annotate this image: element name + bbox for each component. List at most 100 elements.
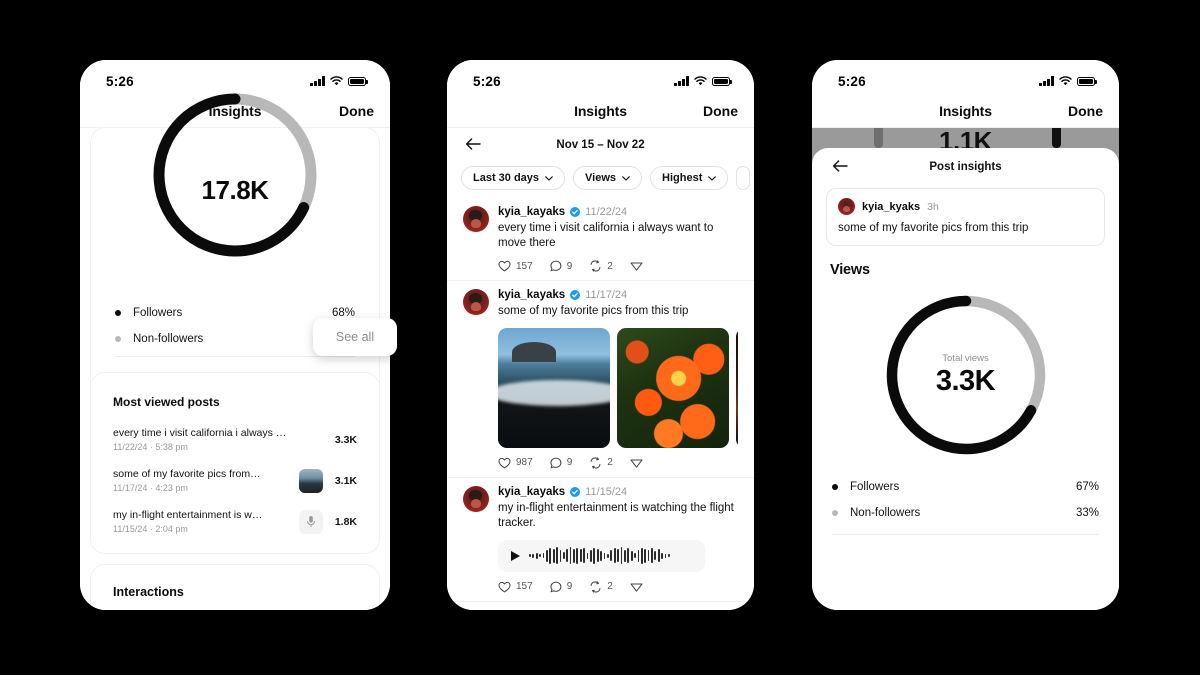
- arrow-left-icon[interactable]: [832, 159, 848, 175]
- filter-pill-sort[interactable]: Highest: [650, 166, 729, 190]
- status-bar: 5:26: [447, 60, 754, 94]
- post-media-photo-ocean[interactable]: [498, 327, 610, 448]
- filter-pill-overflow[interactable]: [736, 166, 751, 190]
- see-all-button[interactable]: See all: [313, 318, 397, 356]
- like-action[interactable]: 157: [498, 581, 533, 593]
- most-viewed-text-2: some of my favorite pics from… 11/17/24 …: [113, 468, 291, 493]
- nav-bar: Insights Done: [812, 94, 1119, 128]
- sub-nav-bar: Nov 15 – Nov 22: [447, 128, 754, 162]
- share-action[interactable]: [630, 581, 643, 593]
- most-viewed-text-3: my in-flight entertainment is w… 11/15/2…: [113, 509, 291, 534]
- filter-pill-row[interactable]: Last 30 days Views Highest: [447, 162, 754, 198]
- post-date: 11/15/24: [585, 485, 628, 498]
- filter-pill-metric-label: Views: [585, 172, 617, 184]
- post-views-donut-chart: Total views 3.3K: [871, 286, 1061, 464]
- most-viewed-thumb-photo-2: [299, 468, 323, 493]
- most-viewed-count-2: 3.1K: [334, 474, 357, 487]
- wifi-icon: [694, 76, 707, 86]
- avatar: [838, 198, 855, 215]
- post-preview-card[interactable]: kyia_kyaks 3h some of my favorite pics f…: [826, 188, 1105, 246]
- done-button[interactable]: Done: [339, 103, 374, 119]
- like-action[interactable]: 157: [498, 260, 533, 272]
- post-preview-username: kyia_kyaks: [862, 200, 921, 213]
- post-media-carousel[interactable]: [498, 327, 738, 448]
- repost-icon: [590, 260, 601, 272]
- play-icon[interactable]: [511, 550, 520, 561]
- legend-value-followers: 67%: [1075, 481, 1099, 493]
- like-action[interactable]: 987: [498, 457, 533, 469]
- cellular-bars-icon: [1039, 76, 1054, 86]
- post-media-photo-sunset[interactable]: [736, 327, 738, 448]
- post-name-line: kyia_kayaks 11/17/24: [498, 289, 738, 301]
- avatar: [463, 206, 489, 232]
- verified-badge-icon: [570, 290, 581, 301]
- done-button[interactable]: Done: [1068, 103, 1103, 119]
- legend-row-followers: Followers 67%: [832, 474, 1099, 500]
- comment-action[interactable]: 9: [550, 457, 572, 469]
- filter-pill-timeframe-label: Last 30 days: [473, 172, 540, 184]
- share-action[interactable]: [630, 457, 643, 469]
- post-item[interactable]: kyia_kayaks 11/15/24 my in-flight entert…: [447, 478, 754, 602]
- post-date: 11/17/24: [585, 289, 628, 302]
- post-text: some of my favorite pics from this trip: [498, 305, 689, 318]
- status-bar-icons: [1039, 76, 1097, 86]
- like-count: 157: [516, 581, 533, 593]
- comment-action[interactable]: 9: [550, 260, 572, 272]
- most-viewed-row-2[interactable]: some of my favorite pics from… 11/17/24 …: [113, 462, 357, 503]
- send-icon: [630, 583, 643, 592]
- comment-action[interactable]: 9: [550, 581, 573, 593]
- status-bar-time: 5:26: [106, 73, 134, 89]
- phone-3-post-insights: 5:26 Insights Done 1.1K Post insights ky…: [812, 60, 1119, 610]
- post-preview-age: 3h: [927, 200, 939, 213]
- post-actions: 987 9 2: [498, 456, 738, 473]
- repost-icon: [590, 581, 601, 593]
- phone-3-screen: 5:26 Insights Done 1.1K Post insights ky…: [812, 60, 1119, 610]
- legend-label-non-followers: Non-followers: [133, 333, 204, 345]
- repost-action[interactable]: 2: [589, 260, 613, 272]
- comment-count: 9: [566, 581, 573, 593]
- heart-icon: [498, 457, 511, 469]
- post-text: my in-flight entertainment is watching t…: [498, 501, 734, 529]
- repost-action[interactable]: 2: [589, 456, 613, 469]
- most-viewed-meta-3: 11/15/24 · 2:04 pm: [113, 524, 188, 534]
- post-username: kyia_kayaks: [498, 485, 566, 498]
- most-viewed-row-1[interactable]: every time i visit california i always w…: [113, 421, 357, 462]
- post-username: kyia_kayaks: [498, 289, 566, 302]
- page-title: Insights: [574, 102, 627, 119]
- most-viewed-row-3[interactable]: my in-flight entertainment is w… 11/15/2…: [113, 503, 357, 544]
- post-header: kyia_kayaks 11/22/24 every time i visit …: [463, 206, 738, 276]
- sheet-nav-bar: Post insights: [812, 148, 1119, 186]
- post-preview-header: kyia_kyaks 3h: [838, 198, 1093, 215]
- most-viewed-text-1: every time i visit california i always w…: [113, 427, 291, 452]
- battery-full-icon: [712, 76, 732, 86]
- post-date: 11/22/24: [585, 206, 628, 218]
- views-heading: Views: [830, 262, 870, 278]
- legend-dot-followers: [832, 484, 838, 490]
- done-button[interactable]: Done: [703, 103, 738, 119]
- most-viewed-meta-1: 11/22/24 · 5:38 pm: [113, 442, 188, 452]
- views-donut-chart: 17.8K: [140, 80, 330, 270]
- post-item[interactable]: kyia_kayaks 11/17/24 some of my favorite…: [447, 281, 754, 478]
- interactions-heading: Interactions: [113, 585, 184, 599]
- most-viewed-title-3: my in-flight entertainment is w…: [113, 509, 263, 521]
- filter-pill-timeframe[interactable]: Last 30 days: [461, 166, 566, 190]
- most-viewed-title-1: every time i visit california i always w…: [113, 427, 291, 439]
- repost-count: 2: [607, 457, 613, 469]
- repost-action[interactable]: 2: [589, 581, 613, 593]
- insights-scroll-area[interactable]: 17.8K Followers 68% Non-followers 32%: [80, 93, 390, 610]
- filter-pill-metric[interactable]: Views: [573, 166, 643, 190]
- share-action[interactable]: [630, 260, 643, 272]
- post-preview-text: some of my favorite pics from this trip: [838, 222, 1029, 234]
- comment-icon: [550, 260, 562, 272]
- post-text: every time i visit california i always w…: [498, 222, 714, 250]
- audio-player[interactable]: [498, 539, 705, 572]
- post-item[interactable]: kyia_kayaks 11/22/24 every time i visit …: [447, 198, 754, 282]
- post-username: kyia_kayaks: [498, 206, 566, 218]
- most-viewed-count-1: 3.3K: [334, 433, 357, 446]
- post-item[interactable]: kyia_kayaks 11/13/24: [447, 602, 754, 610]
- most-viewed-thumb-audio-3: [299, 509, 323, 534]
- post-media-photo-flowers[interactable]: [617, 327, 729, 448]
- most-viewed-title-2: some of my favorite pics from…: [113, 468, 261, 480]
- arrow-left-icon[interactable]: [465, 137, 481, 153]
- heart-icon: [498, 581, 511, 593]
